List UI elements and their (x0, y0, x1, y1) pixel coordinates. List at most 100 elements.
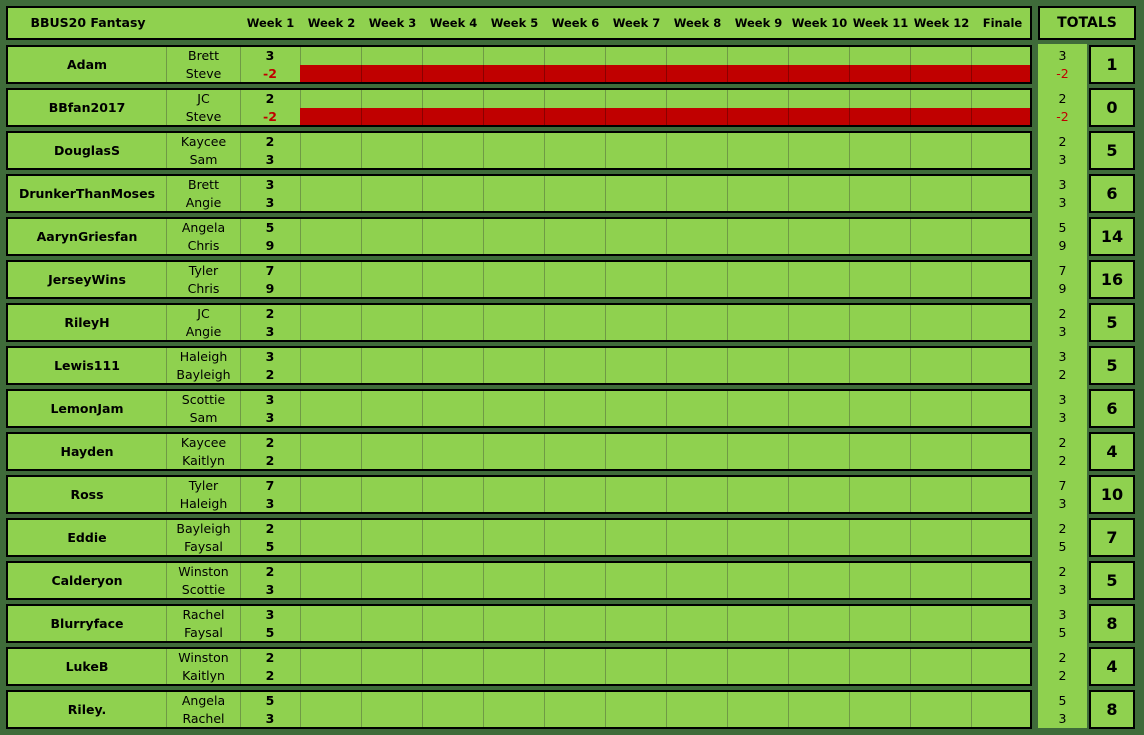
player-2-name: Sam (189, 152, 218, 167)
week-cell-divider (971, 133, 972, 168)
team-name: Blurryface (8, 606, 167, 641)
week-1-score-player-1: 3 (265, 392, 275, 407)
totals-player-2-score: -2 (1056, 109, 1069, 124)
team-row: Eddie Bayleigh Faysal 2 5 (6, 518, 1032, 557)
team-row: DouglasS Kaycee Sam 2 3 (6, 131, 1032, 170)
week-cell-divider (544, 305, 545, 340)
week-cell-divider (361, 348, 362, 383)
team-name: LemonJam (8, 391, 167, 426)
week-cell-divider (849, 133, 850, 168)
week-cell-divider (483, 305, 484, 340)
player-1-name: Angela (181, 220, 226, 235)
week-cell-divider (666, 262, 667, 297)
week-cell-divider (910, 563, 911, 598)
totals-player-1-score: 3 (1058, 607, 1067, 622)
totals-player-1-score: 2 (1058, 435, 1067, 450)
team-row: Ross Tyler Haleigh 7 3 (6, 475, 1032, 514)
week-cell-divider (788, 391, 789, 426)
week-cell-divider (544, 649, 545, 684)
week-cell-divider (605, 133, 606, 168)
totals-player-2-score: -2 (1056, 66, 1069, 81)
week-cell-divider (971, 520, 972, 555)
week-cell-divider (605, 477, 606, 512)
player-1-name: Kaycee (180, 134, 227, 149)
week-cell-divider (971, 219, 972, 254)
week-cell-divider (788, 133, 789, 168)
week-1-score-player-2: 2 (265, 367, 275, 382)
player-2-name: Faysal (184, 539, 223, 554)
eliminated-cell-divider (910, 65, 911, 82)
team-name: Eddie (8, 520, 167, 555)
team-total: 5 (1089, 561, 1135, 600)
week-cell-divider (605, 520, 606, 555)
team-row: Lewis111 Haleigh Bayleigh 3 2 (6, 346, 1032, 385)
week-cell-divider (361, 649, 362, 684)
week-cell-divider (544, 520, 545, 555)
team-total: 6 (1089, 174, 1135, 213)
team-row: LukeB Winston Kaitlyn 2 2 (6, 647, 1032, 686)
week-1-score-player-2: 2 (265, 668, 275, 683)
week-cell-divider (666, 606, 667, 641)
week-cell-divider (605, 348, 606, 383)
week-1-score-player-2: 5 (265, 539, 275, 554)
eliminated-cell-divider (544, 108, 545, 125)
eliminated-cell-divider (422, 65, 423, 82)
week-1-score-player-2: -2 (263, 109, 277, 124)
team-name: DouglasS (8, 133, 167, 168)
week-cell-divider (666, 176, 667, 211)
player-2-name: Scottie (181, 582, 226, 597)
team-row: BBfan2017 JC Steve 2 -2 (6, 88, 1032, 127)
week-cell-divider (605, 434, 606, 469)
week-cell-divider (910, 692, 911, 727)
week-header-7: Week 7 (612, 16, 661, 30)
week-cell-divider (727, 348, 728, 383)
team-name: BBfan2017 (8, 90, 167, 125)
team-row: Calderyon Winston Scottie 2 3 (6, 561, 1032, 600)
week-cell-divider (300, 520, 301, 555)
week-1-score-player-2: 3 (265, 496, 275, 511)
eliminated-cell-divider (605, 108, 606, 125)
team-name: RileyH (8, 305, 167, 340)
week-cell-divider (483, 348, 484, 383)
week-cell-divider (788, 692, 789, 727)
player-1-name: Brett (188, 177, 219, 192)
week-1-score-player-1: 2 (265, 650, 275, 665)
week-cell-divider (910, 348, 911, 383)
team-total: 5 (1089, 131, 1135, 170)
team-name: Ross (8, 477, 167, 512)
week-header-5: Week 5 (490, 16, 539, 30)
totals-player-1-score: 2 (1058, 564, 1067, 579)
team-total: 8 (1089, 604, 1135, 643)
week-cell-divider (483, 176, 484, 211)
week-cell-divider (971, 176, 972, 211)
team-row: Hayden Kaycee Kaitlyn 2 2 (6, 432, 1032, 471)
week-cell-divider (483, 391, 484, 426)
totals-player-2-score: 2 (1058, 367, 1067, 382)
week-cell-divider (422, 219, 423, 254)
totals-player-2-score: 5 (1058, 539, 1067, 554)
eliminated-cell-divider (788, 108, 789, 125)
week-cell-divider (666, 520, 667, 555)
week-cell-divider (788, 649, 789, 684)
totals-player-1-score: 7 (1058, 478, 1067, 493)
week-cell-divider (666, 348, 667, 383)
totals-player-1-score: 2 (1058, 521, 1067, 536)
week-cell-divider (361, 391, 362, 426)
week-cell-divider (544, 133, 545, 168)
team-total: 10 (1089, 475, 1135, 514)
week-1-score-player-2: 3 (265, 582, 275, 597)
week-1-score-player-1: 7 (265, 263, 275, 278)
week-cell-divider (483, 262, 484, 297)
week-cell-divider (849, 391, 850, 426)
week-cell-divider (483, 520, 484, 555)
player-2-name: Haleigh (179, 496, 228, 511)
team-row: Adam Brett Steve 3 -2 (6, 45, 1032, 84)
week-cell-divider (910, 176, 911, 211)
week-cell-divider (727, 176, 728, 211)
week-cell-divider (910, 649, 911, 684)
player-1-name: JC (197, 306, 210, 321)
player-1-name: Bayleigh (176, 521, 231, 536)
page-title: BBUS20 Fantasy Competition (30, 15, 146, 60)
week-cell-divider (605, 219, 606, 254)
week-1-score-player-2: 3 (265, 152, 275, 167)
